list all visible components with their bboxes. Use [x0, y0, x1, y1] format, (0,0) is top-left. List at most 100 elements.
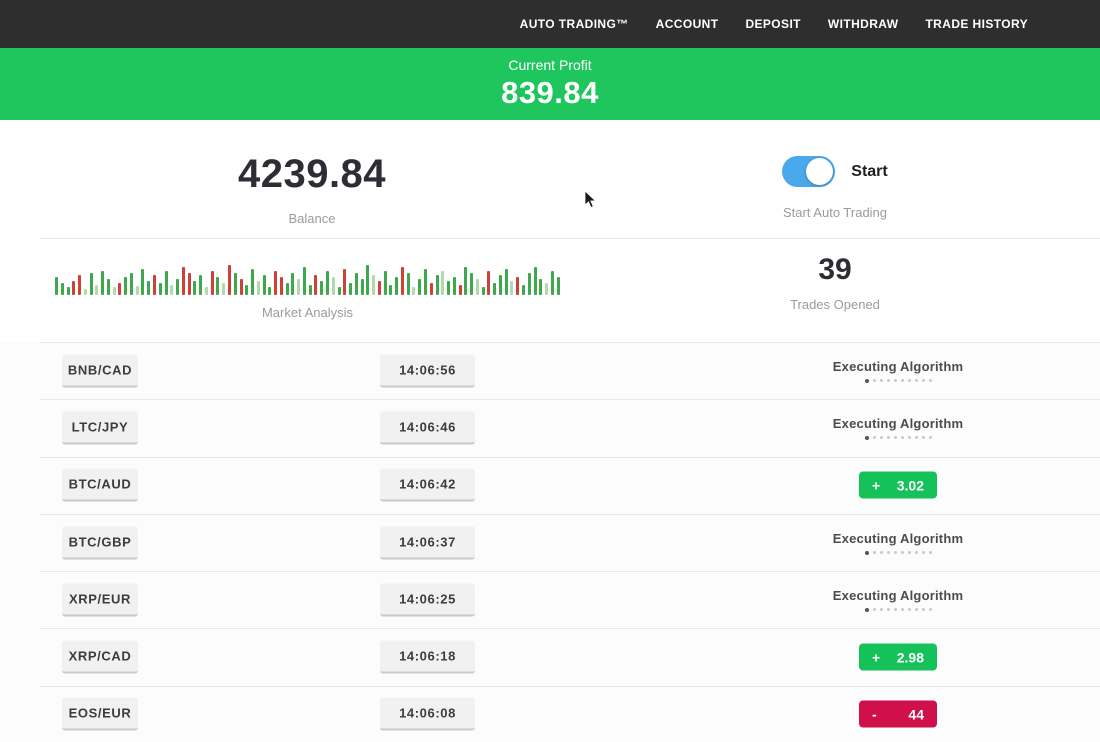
chart-bar — [176, 279, 179, 295]
progress-dot — [915, 436, 918, 439]
progress-dot — [880, 379, 883, 382]
time-badge: 14:06:56 — [380, 354, 475, 387]
chart-bar — [170, 285, 173, 295]
chart-bar — [216, 277, 219, 295]
chart-bar — [539, 279, 542, 295]
chart-bar — [395, 277, 398, 295]
profit-badge: +2.98 — [859, 644, 937, 671]
progress-dot — [922, 551, 925, 554]
current-profit-label: Current Profit — [0, 57, 1100, 73]
progress-dot — [908, 551, 911, 554]
pair-badge: BTC/GBP — [62, 526, 138, 559]
progress-dots — [798, 379, 998, 383]
chart-bar — [61, 283, 64, 295]
chart-bar — [338, 287, 341, 295]
trades-opened-value: 39 — [695, 253, 975, 287]
chart-bar — [482, 287, 485, 295]
nav-item-trade-history[interactable]: TRADE HISTORY — [925, 17, 1028, 31]
chart-bar — [78, 275, 81, 295]
result-amount: 2.98 — [897, 649, 924, 665]
progress-dot — [915, 551, 918, 554]
progress-dot — [873, 608, 876, 611]
progress-dot — [908, 379, 911, 382]
progress-dot — [901, 551, 904, 554]
toggle-label: Start — [851, 163, 887, 181]
pair-badge: BTC/AUD — [62, 469, 138, 502]
chart-bar — [72, 281, 75, 295]
trade-row: XRP/CAD14:06:18+2.98 — [0, 628, 1100, 685]
nav-item-auto-trading[interactable]: AUTO TRADING™ — [520, 17, 629, 31]
chart-bar — [141, 269, 144, 295]
chart-bar — [343, 269, 346, 295]
progress-dot — [880, 608, 883, 611]
market-analysis-label: Market Analysis — [40, 305, 575, 320]
auto-trading-toggle[interactable] — [782, 156, 835, 187]
progress-dot — [901, 379, 904, 382]
progress-dots — [798, 436, 998, 440]
progress-dots — [798, 551, 998, 555]
trade-result-cell: +2.98 — [798, 644, 998, 671]
progress-dot — [887, 608, 890, 611]
progress-dot — [922, 608, 925, 611]
chart-bar — [361, 279, 364, 295]
chart-bar — [545, 283, 548, 295]
chart-bar — [418, 279, 421, 295]
pair-badge: LTC/JPY — [62, 411, 138, 444]
chart-bar — [326, 271, 329, 295]
chart-bar — [441, 271, 444, 295]
executing-algorithm-label: Executing Algorithm — [798, 588, 998, 603]
chart-bar — [557, 277, 560, 295]
progress-dot — [887, 436, 890, 439]
pair-badge: XRP/EUR — [62, 583, 138, 616]
trade-result-cell: Executing Algorithm — [798, 588, 998, 612]
chart-bar — [286, 283, 289, 295]
progress-dot — [929, 379, 932, 382]
top-navbar: AUTO TRADING™ ACCOUNT DEPOSIT WITHDRAW T… — [0, 0, 1100, 48]
chart-bar — [447, 281, 450, 295]
chart-bar — [188, 273, 191, 295]
nav-item-withdraw[interactable]: WITHDRAW — [828, 17, 899, 31]
trade-row: EOS/EUR14:06:08-44 — [0, 686, 1100, 742]
chart-bar — [211, 271, 214, 295]
progress-dot — [901, 608, 904, 611]
balance-stat: 4239.84 Balance — [92, 152, 532, 226]
time-badge: 14:06:08 — [380, 698, 475, 731]
chart-bar — [165, 271, 168, 295]
chart-bar — [349, 283, 352, 295]
progress-dot — [865, 608, 869, 612]
chart-bar — [430, 283, 433, 295]
progress-dot — [873, 379, 876, 382]
chart-bar — [147, 281, 150, 295]
time-badge: 14:06:18 — [380, 641, 475, 674]
chart-bar — [470, 273, 473, 295]
loss-badge: -44 — [859, 701, 937, 728]
chart-bar — [505, 269, 508, 295]
chart-bar — [464, 267, 467, 295]
trade-row: XRP/EUR14:06:25Executing Algorithm — [0, 571, 1100, 628]
auto-trading-stat: Start Start Auto Trading — [695, 156, 975, 220]
chart-bar — [499, 275, 502, 295]
balance-section: 4239.84 Balance Start Start Auto Trading — [0, 120, 1100, 238]
auto-trading-label: Start Auto Trading — [695, 205, 975, 220]
market-analysis-chart — [55, 257, 560, 295]
chart-bar — [291, 273, 294, 295]
current-profit-value: 839.84 — [0, 75, 1100, 111]
progress-dot — [915, 608, 918, 611]
nav-item-deposit[interactable]: DEPOSIT — [745, 17, 800, 31]
chart-bar — [412, 287, 415, 295]
progress-dot — [865, 436, 869, 440]
chart-bar — [107, 279, 110, 295]
chart-bar — [84, 289, 87, 295]
chart-bar — [389, 285, 392, 295]
trade-row: BNB/CAD14:06:56Executing Algorithm — [0, 342, 1100, 399]
progress-dot — [922, 379, 925, 382]
progress-dot — [894, 608, 897, 611]
nav-item-account[interactable]: ACCOUNT — [656, 17, 719, 31]
trade-result-cell: +3.02 — [798, 472, 998, 499]
progress-dot — [865, 551, 869, 555]
chart-bar — [136, 286, 139, 295]
chart-bar — [245, 285, 248, 295]
chart-bar — [436, 275, 439, 295]
result-amount: 3.02 — [897, 477, 924, 493]
chart-bar — [522, 285, 525, 295]
